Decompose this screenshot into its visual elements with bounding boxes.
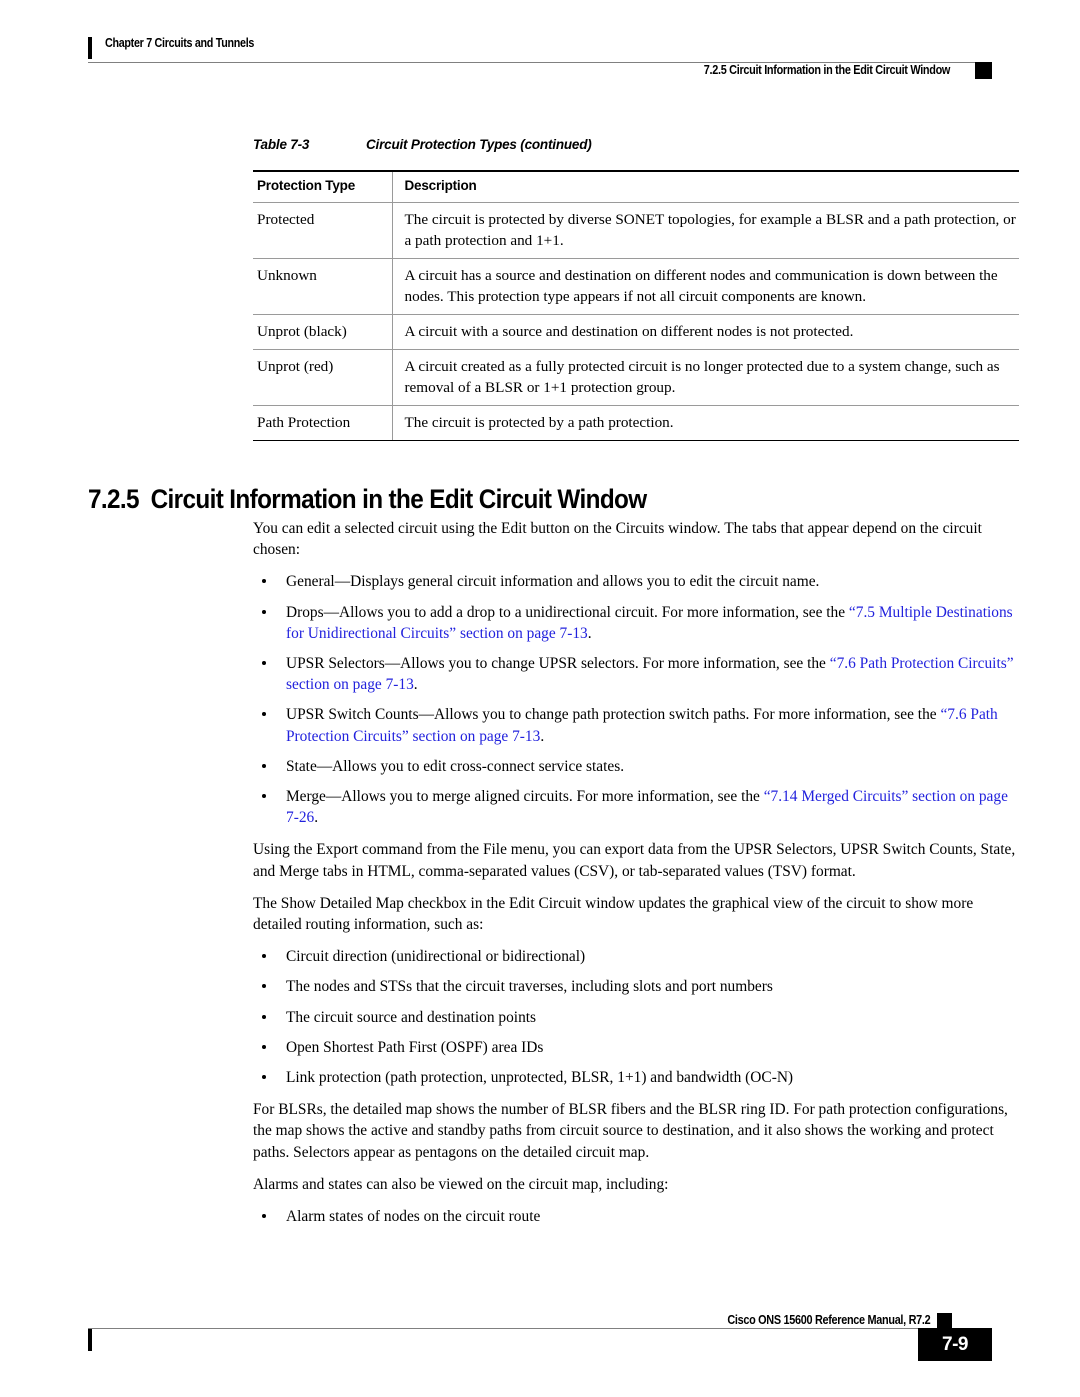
detailed-map-paragraph: The Show Detailed Map checkbox in the Ed… [253,894,974,934]
section-number: 7.2.5 [88,484,140,515]
list-item: Circuit direction (unidirectional or bid… [253,946,1019,967]
list-item-general: General—Displays general circuit informa… [253,571,1019,592]
intro-paragraph: You can edit a selected circuit using th… [253,520,982,559]
bullet-dot-icon [262,794,266,799]
list-item-text-tail: . [314,809,319,827]
bullet-dot-icon [262,712,266,717]
chapter-label: Chapter 7 Circuits and Tunnels [105,36,255,50]
footer-divider-rule [88,1328,962,1329]
page-footer: Cisco ONS 15600 Reference Manual, R7.2 7… [88,1313,992,1382]
list-item-text: Open Shortest Path First (OSPF) area IDs [286,1038,544,1056]
list-item-merge: Merge—Allows you to merge aligned circui… [253,786,1019,828]
table-row: Unprot (red) A circuit created as a full… [253,349,1019,406]
footer-manual-title: Cisco ONS 15600 Reference Manual, R7.2 [726,1313,930,1327]
list-item-text: UPSR Selectors—Allows you to change UPSR… [286,655,830,673]
edit-circuit-tabs-list: General—Displays general circuit informa… [253,571,1019,828]
alarms-list: Alarm states of nodes on the circuit rou… [253,1206,1019,1227]
header-left-tick-mark [88,37,92,59]
bullet-dot-icon [262,1075,266,1080]
section-heading: 7.2.5 Circuit Information in the Edit Cir… [88,484,647,515]
cell-protection-type: Path Protection [253,405,392,441]
list-item-text: General—Displays general circuit informa… [286,573,820,591]
cell-protection-type: Unprot (red) [253,349,392,406]
table-caption: Table 7-3 Circuit Protection Types (conti… [253,137,592,152]
column-header-protection-type: Protection Type [253,170,392,203]
detailed-map-list: Circuit direction (unidirectional or bid… [253,946,1019,1088]
list-item-text: State—Allows you to edit cross-connect s… [286,757,625,775]
table-header-row: Protection Type Description [253,170,1019,203]
cell-protection-type: Unprot (black) [253,314,392,350]
cell-description: The circuit is protected by diverse SONE… [391,202,1019,259]
list-item-state: State—Allows you to edit cross-connect s… [253,756,1019,777]
cell-description: The circuit is protected by a path prote… [391,405,1019,441]
list-item-drops: Drops—Allows you to add a drop to a unid… [253,602,1019,644]
list-item-text: Drops—Allows you to add a drop to a unid… [286,603,849,621]
circuit-protection-types-table: Protection Type Description Protected Th… [253,170,1019,441]
bullet-dot-icon [262,1014,266,1019]
list-item-upsr-switch-counts: UPSR Switch Counts—Allows you to change … [253,704,1019,746]
list-item-text-tail: . [587,624,592,642]
list-item: The nodes and STSs that the circuit trav… [253,976,1019,997]
page-header: Chapter 7 Circuits and Tunnels 7.2.5 Cir… [88,34,992,79]
cell-protection-type: Protected [253,202,392,259]
list-item: Link protection (path protection, unprot… [253,1067,1019,1088]
page-number-badge: 7-9 [918,1328,992,1361]
list-item-upsr-selectors: UPSR Selectors—Allows you to change UPSR… [253,653,1019,695]
list-item-text-tail: . [540,727,545,745]
list-item-text: The circuit source and destination point… [286,1008,537,1026]
table-row: Path Protection The circuit is protected… [253,405,1019,441]
table-caption-title: Circuit Protection Types (continued) [366,137,592,152]
blsr-paragraph: For BLSRs, the detailed map shows the nu… [253,1101,1008,1161]
bullet-dot-icon [262,763,266,768]
list-item-text: Alarm states of nodes on the circuit rou… [286,1208,541,1226]
bullet-dot-icon [262,1044,266,1049]
bullet-dot-icon [262,609,266,614]
cell-protection-type: Unknown [253,258,392,315]
export-paragraph: Using the Export command from the File m… [253,841,1016,880]
list-item: The circuit source and destination point… [253,1007,1019,1028]
header-section-label: 7.2.5 Circuit Information in the Edit Ci… [703,63,951,77]
footer-left-tick-mark [88,1329,92,1351]
cell-description: A circuit created as a fully protected c… [391,349,1019,406]
table-row: Unknown A circuit has a source and desti… [253,258,1019,315]
bullet-dot-icon [262,579,266,584]
table-row: Unprot (black) A circuit with a source a… [253,314,1019,350]
cell-description: A circuit has a source and destination o… [391,258,1019,315]
list-item-text: The nodes and STSs that the circuit trav… [286,978,773,996]
table-row: Protected The circuit is protected by di… [253,202,1019,259]
list-item: Open Shortest Path First (OSPF) area IDs [253,1037,1019,1058]
bullet-dot-icon [262,984,266,989]
bullet-dot-icon [262,661,266,666]
list-item-text: Merge—Allows you to merge aligned circui… [286,788,764,806]
section-title: Circuit Information in the Edit Circuit … [150,484,648,515]
list-item: Alarm states of nodes on the circuit rou… [253,1206,1019,1227]
bullet-dot-icon [262,954,266,959]
body-content: You can edit a selected circuit using th… [253,518,1019,1238]
list-item-text: Link protection (path protection, unprot… [286,1069,794,1087]
bullet-dot-icon [262,1214,266,1219]
cell-description: A circuit with a source and destination … [391,314,1019,350]
column-header-description: Description [391,170,1019,203]
footer-black-square-marker [937,1313,952,1328]
list-item-text: Circuit direction (unidirectional or bid… [286,948,586,966]
list-item-text: UPSR Switch Counts—Allows you to change … [286,706,941,724]
list-item-text-tail: . [413,676,418,694]
header-black-square-marker [975,62,992,79]
table-caption-number: Table 7-3 [253,137,310,152]
alarms-paragraph: Alarms and states can also be viewed on … [253,1175,669,1193]
